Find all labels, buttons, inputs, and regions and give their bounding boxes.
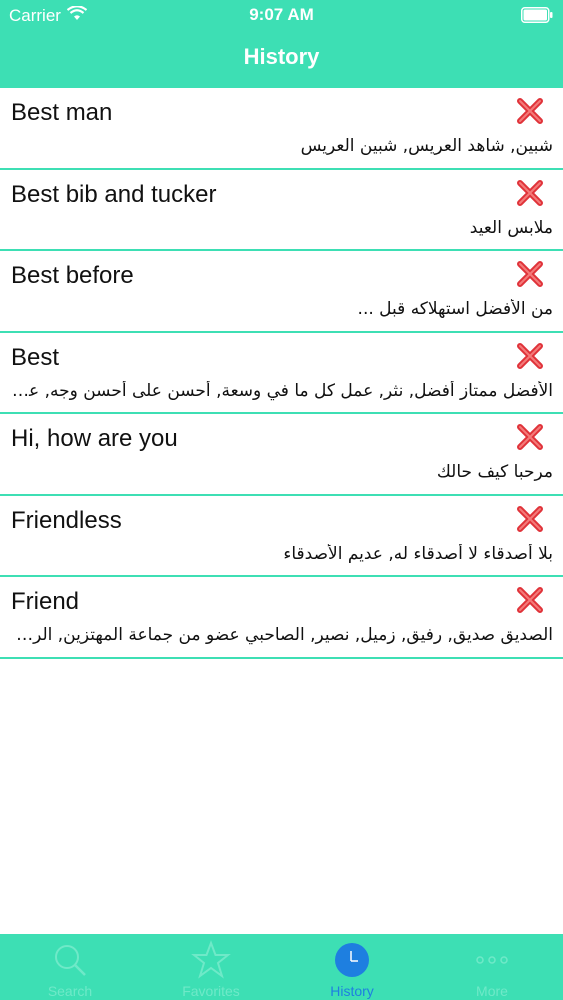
history-term: Friend [11, 588, 80, 615]
page-title: History [243, 44, 320, 69]
delete-icon[interactable] [515, 341, 545, 371]
history-term: Best [11, 343, 60, 371]
history-translation: الصديق صديق, رفيق, زميل, نصير, الصاحبي ع… [8, 625, 553, 645]
history-term: Hi, how are you [11, 425, 178, 452]
delete-icon[interactable] [515, 504, 545, 534]
tab-favorites[interactable]: Favorites [141, 934, 281, 1000]
history-row[interactable]: Friend الصديق صديق, رفيق, زميل, نصير, ال… [0, 577, 563, 659]
navigation-header: Carrier 9:07 AM History [0, 0, 563, 88]
tab-history[interactable]: History [282, 934, 422, 1000]
status-bar: Carrier 9:07 AM [0, 0, 563, 30]
clock-icon [335, 943, 369, 977]
history-term: Friendless [11, 506, 122, 534]
history-translation: شبين, شاهد العريس, شبين العريس [300, 136, 553, 156]
history-translation: الأفضل ممتاز أفضل, نثر, عمل كل ما في وسع… [8, 380, 553, 401]
delete-icon[interactable] [515, 259, 545, 289]
tab-bar: Search Favorites History More [0, 934, 563, 1000]
more-icon [476, 956, 508, 964]
delete-icon[interactable] [515, 422, 545, 452]
history-row[interactable]: Hi, how are you مرحبا كيف حالك [0, 414, 563, 496]
history-translation: بلا أصدقاء لا أصدقاء له, عديم الأصدقاء [283, 543, 553, 564]
status-time: 9:07 AM [249, 5, 314, 24]
history-row[interactable]: Best before من الأفضل استهلاكه قبل ... [0, 251, 563, 333]
history-translation: ملابس العيد [469, 217, 553, 238]
history-row[interactable]: Best man شبين, شاهد العريس, شبين العريس [0, 88, 563, 170]
history-row[interactable]: Best bib and tucker ملابس العيد [0, 169, 563, 251]
search-icon [55, 945, 86, 976]
history-translation: مرحبا كيف حالك [436, 462, 553, 482]
tab-label: More [476, 983, 508, 999]
history-list: Best man شبين, شاهد العريس, شبين العريس … [0, 88, 563, 659]
tab-label: Search [47, 983, 93, 999]
history-row[interactable]: Best الأفضل ممتاز أفضل, نثر, عمل كل ما ف… [0, 332, 563, 414]
tab-more[interactable]: More [422, 934, 562, 1000]
tab-label: History [330, 983, 374, 999]
history-term: Best before [11, 262, 134, 289]
delete-icon[interactable] [515, 585, 545, 615]
tab-search[interactable]: Search [0, 934, 140, 1000]
delete-icon[interactable] [515, 96, 545, 126]
delete-icon[interactable] [515, 178, 545, 208]
history-term: Best bib and tucker [11, 180, 217, 208]
history-term: Best man [11, 99, 113, 126]
star-icon [191, 940, 231, 979]
tab-label: Favorites [182, 983, 240, 999]
battery-icon [521, 7, 553, 23]
history-translation: من الأفضل استهلاكه قبل ... [357, 299, 553, 319]
history-row[interactable]: Friendless بلا أصدقاء لا أصدقاء له, عديم… [0, 495, 563, 577]
